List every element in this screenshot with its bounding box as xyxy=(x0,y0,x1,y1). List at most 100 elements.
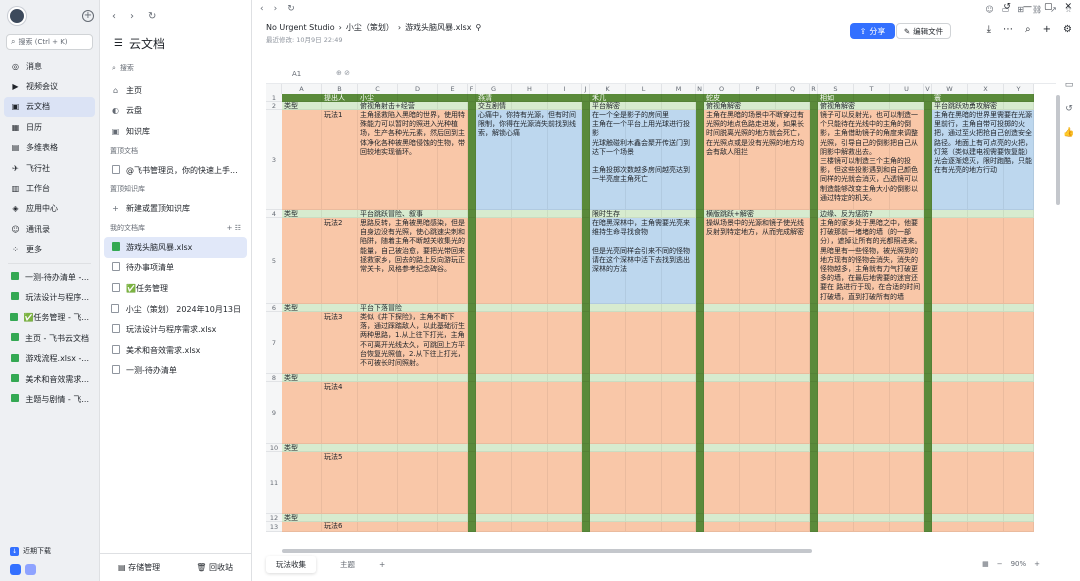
column-header[interactable]: G xyxy=(476,84,512,94)
pin-icon[interactable]: ⚲ xyxy=(475,23,481,32)
file-item[interactable]: 待办事项清单 xyxy=(100,258,251,279)
column-header[interactable]: J xyxy=(582,84,590,94)
sheet-cell[interactable]: 主角在黑暗的世界里需要在光源里前行，主角自带可投掷的火把，通过至火把抢自己创造安… xyxy=(932,110,1034,210)
minimize-icon[interactable]: — xyxy=(1023,2,1032,12)
row-header[interactable]: 12 xyxy=(266,514,282,522)
sheet-cell[interactable]: 类似《井下探险》，主角不断下落，通过踩踏敌人，以此基础衍生两种思路，1.从上往下… xyxy=(358,312,468,374)
row-header[interactable]: 11 xyxy=(266,452,282,514)
history-icon[interactable]: ↺ xyxy=(1065,104,1073,114)
column-header[interactable]: E xyxy=(438,84,468,94)
history-icon[interactable]: ↺ xyxy=(1003,2,1011,12)
header-cell[interactable]: 寰 xyxy=(932,94,1004,102)
sheet-cell[interactable]: 在暗黑深林中，主角需要光亮来维持生命寻找食物 但是光亮同样会引来不同的怪物 请在… xyxy=(590,218,696,304)
column-header[interactable]: M xyxy=(662,84,696,94)
sheet-cell[interactable]: 俯视角解密 xyxy=(704,102,810,110)
nav-item[interactable]: ▦ 日历 xyxy=(0,117,99,137)
sheet-cell[interactable]: 类型 xyxy=(282,444,322,452)
row-header[interactable]: 8 xyxy=(266,374,282,382)
settings-icon[interactable]: ⚙ xyxy=(1063,24,1072,35)
file-item[interactable]: ✅任务管理 xyxy=(100,278,251,299)
row-header[interactable]: 9 xyxy=(266,382,282,444)
sheet-cell[interactable]: 主角在黑暗的场景中不断穿过有光照的地点色路走进发，如果长时间脱离光照的地方就会死… xyxy=(704,110,810,210)
column-header[interactable]: V xyxy=(924,84,932,94)
breadcrumb-part[interactable]: No Urgent Studio xyxy=(266,23,335,32)
row-header[interactable]: 2 xyxy=(266,102,282,110)
share-button[interactable]: ⇪ 分享 xyxy=(850,23,895,39)
sheet-cell[interactable]: 玩法5 xyxy=(322,452,358,514)
row-header[interactable]: 4 xyxy=(266,210,282,218)
nav-item[interactable]: ▤ 多维表格 xyxy=(0,138,99,158)
breadcrumb-part[interactable]: › xyxy=(339,23,342,32)
column-header[interactable]: D xyxy=(398,84,438,94)
app-icon[interactable] xyxy=(25,564,36,575)
sheet-cell[interactable]: 交互剧情 xyxy=(476,102,582,110)
nav-item[interactable]: ▶ 视频会议 xyxy=(0,76,99,96)
column-header[interactable]: N xyxy=(696,84,704,94)
sheet-cell[interactable]: 主角拯救陷入黑暗的世界，使用特殊能力可以暂时的照进入光种植场，生产各种光元素，然… xyxy=(358,110,468,210)
cell-reference[interactable]: A1 xyxy=(292,70,301,78)
column-header[interactable]: P xyxy=(740,84,776,94)
column-header[interactable]: C xyxy=(358,84,398,94)
help-icon[interactable]: ☺ xyxy=(985,5,993,14)
add-icon[interactable]: + xyxy=(1043,24,1051,35)
new-wiki-button[interactable]: + 新建或置顶知识库 xyxy=(100,198,251,219)
download-icon[interactable]: ⤓ xyxy=(987,24,991,35)
header-cell[interactable]: 相如 xyxy=(818,94,890,102)
column-header[interactable]: R xyxy=(810,84,818,94)
row-header[interactable]: 10 xyxy=(266,444,282,452)
pinned-item[interactable]: 主页 - 飞书云文档 xyxy=(0,328,99,348)
pinned-doc[interactable]: @飞书管理员，你的快速上手... xyxy=(100,160,251,181)
row-header[interactable]: 7 xyxy=(266,312,282,374)
sheet-cell[interactable]: 镜子可以反射光，也可以制造一个只能待在光线中的主角的倒影，主角借助镜子的角度来调… xyxy=(818,110,924,210)
file-item[interactable]: 小尘（策划） 2024年10月13日 xyxy=(100,299,251,320)
menu-icon[interactable]: ☰ xyxy=(114,38,123,49)
nav-item[interactable]: ☺ 通讯录 xyxy=(0,219,99,239)
sheet-cell[interactable]: 平台解密 xyxy=(590,102,696,110)
spreadsheet[interactable]: A1 ⊕ ⊘ ABCDEFGHIJKLMNOPQRSTUVWXY 12 345678… xyxy=(266,64,1056,542)
plus-icon[interactable]: + xyxy=(1034,560,1040,568)
sheet-cell[interactable]: 思路反转，主角被黑暗感染，但是自身边没有光照，使心跳速尖刺和陷阱，随着主角不断越… xyxy=(358,218,468,304)
column-header[interactable]: Y xyxy=(1004,84,1034,94)
minus-icon[interactable]: − xyxy=(997,560,1003,568)
add-icon[interactable]: + xyxy=(82,10,94,22)
sheet-cell[interactable]: 类型 xyxy=(282,102,322,110)
sheet-cell[interactable]: 玩法3 xyxy=(322,312,358,374)
column-header[interactable]: L xyxy=(626,84,662,94)
sheet-cell[interactable]: 类型 xyxy=(282,514,322,522)
column-header[interactable]: W xyxy=(932,84,968,94)
sheet-cell[interactable]: 类型 xyxy=(282,374,322,382)
nav-item[interactable]: ▥ 工作台 xyxy=(0,178,99,198)
sheet-cell[interactable]: 玩法6 xyxy=(322,522,358,532)
sheet-cell[interactable]: 平台跳跃劝勇攻解密 xyxy=(932,102,1034,110)
forward-icon[interactable]: › xyxy=(130,11,134,22)
sheet-cell[interactable]: 横版跳跃+解密 xyxy=(704,210,810,218)
column-header[interactable]: H xyxy=(512,84,548,94)
column-header[interactable]: X xyxy=(968,84,1004,94)
sheet-cell[interactable]: 边缘、反为惩防? xyxy=(818,210,924,218)
nav-item[interactable]: ◎ 消息 xyxy=(0,56,99,76)
sheet-cell[interactable]: 操纵场景中的光源和镜子使光线反射到特定地方，从而完成解密 xyxy=(704,218,810,304)
tab-theme[interactable]: 主题 xyxy=(330,556,365,573)
sheet-cell[interactable]: 主角的家乡处于黑暗之中，他要打破那前一堵堵的墙（的一部分），遮掉让所有的光都照进… xyxy=(818,218,924,304)
nav-item[interactable]: ⁘ 更多 xyxy=(0,240,99,260)
comment-icon[interactable]: ▭ xyxy=(1065,80,1074,90)
avatar[interactable] xyxy=(8,7,26,25)
maximize-icon[interactable]: ▢ xyxy=(1044,2,1053,12)
sheet-cell[interactable]: 俯视角射击+经营 xyxy=(358,102,468,110)
add-tab-button[interactable]: + xyxy=(379,560,385,569)
header-cell[interactable]: 蛇皮 xyxy=(704,94,776,102)
close-icon[interactable]: ✕ xyxy=(1064,2,1072,12)
back-icon[interactable]: ‹ xyxy=(112,11,116,22)
forward-icon[interactable]: › xyxy=(274,4,278,14)
sheet-cell[interactable]: 俯视角解密 xyxy=(818,102,924,110)
column-header[interactable]: Q xyxy=(776,84,810,94)
column-header[interactable]: A xyxy=(282,84,322,94)
header-cell[interactable]: 燕清 xyxy=(476,94,548,102)
sidebar-item[interactable]: ⌂ 主页 xyxy=(100,80,251,101)
sheet-cell[interactable]: 类型 xyxy=(282,304,322,312)
nav-item[interactable]: ◈ 应用中心 xyxy=(0,199,99,219)
sidebar-item[interactable]: ◐ 云盘 xyxy=(100,101,251,122)
sheet-cell[interactable]: 在一个全是影子的房间里 主角在一个平台上用光球进行投影 光球触碰利木鑫会聚开传送… xyxy=(590,110,696,210)
column-header[interactable]: U xyxy=(890,84,924,94)
tab-active[interactable]: 玩法收集 xyxy=(266,555,316,573)
